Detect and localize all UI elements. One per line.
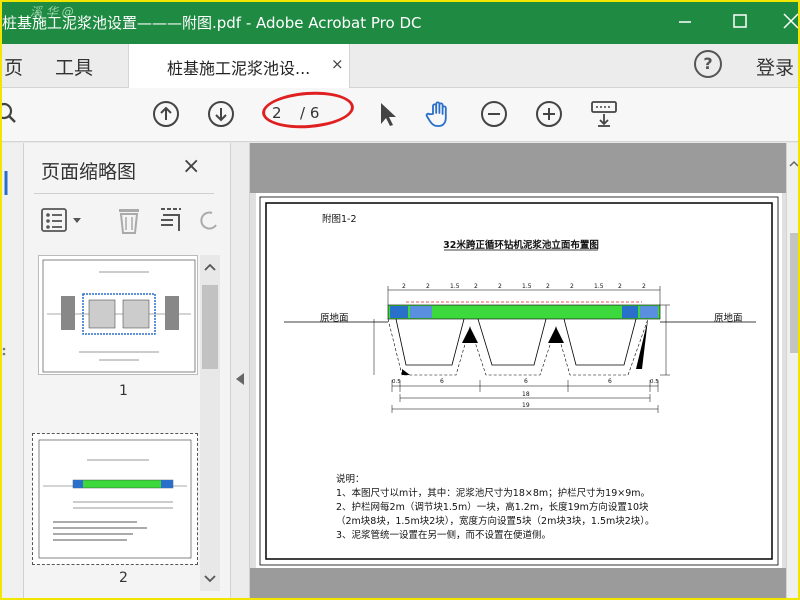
note-3: 3、泥浆管统一设置在另一侧，而不设置在便道侧。 xyxy=(336,530,552,541)
figure-label: 附图1-2 xyxy=(322,213,357,225)
thumbnail-number-2: 2 xyxy=(119,570,128,586)
help-button[interactable]: ? xyxy=(694,50,722,78)
dim-top-3: 1.5 xyxy=(450,283,460,290)
search-icon[interactable] xyxy=(0,99,24,129)
dim-top-9: 1.5 xyxy=(594,283,604,290)
pdf-page: 附图1-2 32米跨正循环钻机泥浆池立面布置图 原地面 原地面 2 2 1.5 … xyxy=(256,193,782,569)
document-tab[interactable]: 桩基施工泥浆池设... × xyxy=(128,44,350,89)
scrollbar-thumb[interactable] xyxy=(202,285,218,369)
dim-total-18: 18 xyxy=(522,391,530,398)
menu-tools[interactable]: 工具 xyxy=(55,53,93,80)
minimize-button[interactable] xyxy=(672,8,698,34)
dim-top-5: 2 xyxy=(498,283,502,290)
dim-total-19: 19 xyxy=(522,402,530,409)
hand-tool-icon[interactable] xyxy=(424,99,454,129)
close-icon xyxy=(783,13,799,29)
keyboard-icon[interactable] xyxy=(589,99,619,129)
collapse-handle-icon[interactable] xyxy=(0,343,24,363)
dim-bottom-left: 0.5 xyxy=(392,379,401,385)
drawing-title: 32米跨正循环钻机泥浆池立面布置图 xyxy=(443,239,599,251)
panel-title: 页面缩略图 xyxy=(41,161,137,183)
navigation-pane-strip xyxy=(0,143,24,600)
toolbar: 2 / 6 xyxy=(0,88,800,142)
page-gap xyxy=(250,143,786,193)
thumbnails-nav-icon[interactable] xyxy=(0,163,24,203)
rotate-page-icon[interactable] xyxy=(198,205,218,235)
scroll-up-icon xyxy=(204,263,216,271)
note-1: 1、本图尺寸以m计，其中：泥浆池尺寸为18×8m；护栏尺寸为19×9m。 xyxy=(336,488,650,499)
note-2-cont: （2m块8块，1.5m块2块），宽度方向设置5块（2m块3块，1.5m块2块）。 xyxy=(336,516,655,527)
divider xyxy=(34,193,214,194)
note-2: 2、护栏网每2m（调节块1.5m）一块，高1.2m，长度19m方向设置10块 xyxy=(336,502,649,513)
thumbnail-page-1[interactable] xyxy=(38,255,198,375)
document-scrollbar[interactable] xyxy=(786,143,800,600)
thumbnail-page-2[interactable] xyxy=(32,433,198,565)
ground-label-right: 原地面 xyxy=(714,312,743,324)
select-tool-icon[interactable] xyxy=(372,99,402,129)
minimize-icon xyxy=(679,21,691,23)
dim-top-6: 1.5 xyxy=(522,283,532,290)
zoom-out-icon[interactable] xyxy=(479,99,509,129)
title-bar: 溪 华 @ 桩基施工泥浆池设置———附图.pdf - Adobe Acrobat… xyxy=(0,0,800,44)
delete-page-icon[interactable] xyxy=(116,205,142,235)
menu-home[interactable]: 页 xyxy=(4,53,23,80)
scroll-up-icon xyxy=(789,160,799,167)
dim-top-7: 2 xyxy=(546,283,550,290)
panel-close-button[interactable]: × xyxy=(182,154,200,179)
dim-bottom-1: 6 xyxy=(440,378,444,385)
thumbnail-number-1: 1 xyxy=(119,383,128,399)
collapse-panel-icon[interactable] xyxy=(231,369,251,389)
document-view: 附图1-2 32米跨正循环钻机泥浆池立面布置图 原地面 原地面 2 2 1.5 … xyxy=(250,143,786,600)
notes-title: 说明： xyxy=(336,474,365,485)
scroll-down-icon xyxy=(204,575,216,583)
scrollbar-thumb[interactable] xyxy=(790,233,798,353)
dim-top-4: 2 xyxy=(474,283,478,290)
window-title: 桩基施工泥浆池设置———附图.pdf - Adobe Acrobat Pro D… xyxy=(2,14,422,32)
dim-top-8: 2 xyxy=(570,283,574,290)
dim-top-2: 2 xyxy=(426,283,430,290)
zoom-in-icon[interactable] xyxy=(534,99,564,129)
page-gap xyxy=(250,568,786,600)
menu-bar: 页 工具 桩基施工泥浆池设... × ? 登录 xyxy=(0,44,800,89)
panel-splitter[interactable] xyxy=(230,143,250,600)
login-button[interactable]: 登录 xyxy=(756,53,794,80)
dim-bottom-3: 6 xyxy=(608,378,612,385)
previous-page-icon[interactable] xyxy=(151,99,181,129)
close-window-button[interactable] xyxy=(778,8,800,34)
document-tab-label: 桩基施工泥浆池设... xyxy=(167,59,311,78)
dim-top-10: 2 xyxy=(618,283,622,290)
dim-bottom-right: 0.5 xyxy=(650,379,659,385)
ground-label-left: 原地面 xyxy=(320,312,349,324)
insert-page-icon[interactable] xyxy=(158,205,184,235)
tab-close-button[interactable]: × xyxy=(331,55,344,73)
next-page-icon[interactable] xyxy=(206,99,236,129)
drawing-notes: 说明： 1、本图尺寸以m计，其中：泥浆池尺寸为18×8m；护栏尺寸为19×9m。… xyxy=(336,473,655,543)
thumbnails-scrollbar[interactable] xyxy=(200,255,220,591)
thumbnails-panel: 页面缩略图 × 1 2 xyxy=(24,143,230,600)
maximize-button[interactable] xyxy=(727,8,753,34)
maximize-icon xyxy=(733,14,747,28)
top-dimensions: 2 2 1.5 2 2 1.5 2 2 1.5 2 2 xyxy=(402,283,646,290)
options-menu-icon[interactable] xyxy=(40,205,84,235)
dim-bottom-2: 6 xyxy=(524,378,528,385)
dim-top-11: 2 xyxy=(642,283,646,290)
dim-top-1: 2 xyxy=(402,283,406,290)
